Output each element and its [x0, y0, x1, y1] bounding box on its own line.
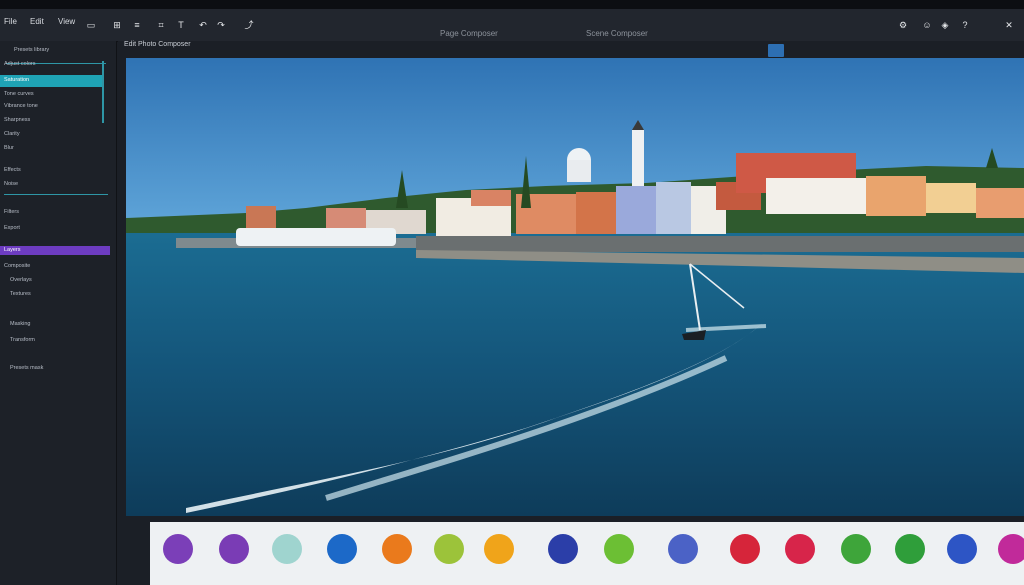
sidebar-item[interactable]: Transform	[10, 337, 35, 343]
menu-file[interactable]: File	[4, 17, 17, 26]
sidebar-item[interactable]: Presets library	[14, 47, 49, 53]
sidebar-item[interactable]: Saturation	[4, 77, 29, 83]
top-toolbar: File Edit View ▭ ⊞ ≡ ⌗ T ↶ ↷ ⤴ Page Comp…	[0, 9, 1024, 42]
sidebar-item[interactable]: Adjust colors	[4, 61, 36, 67]
sidebar-item[interactable]: Textures	[10, 291, 31, 297]
sidebar-item[interactable]: Layers	[4, 247, 21, 253]
scene-composer-label: Scene Composer	[586, 29, 648, 38]
swatch-10[interactable]	[730, 534, 760, 564]
swatch-12[interactable]	[841, 534, 871, 564]
grid-icon[interactable]: ⊞	[112, 20, 122, 30]
sidebar-item[interactable]: Sharpness	[4, 117, 30, 123]
swatch-3[interactable]	[327, 534, 357, 564]
page-composer-label: Page Composer	[440, 29, 498, 38]
page-title: Edit Photo Composer	[124, 41, 191, 48]
sidebar-item[interactable]: Vibrance tone	[4, 103, 38, 109]
sidebar-item[interactable]: Clarity	[4, 131, 20, 137]
share-icon[interactable]: ⤴	[244, 20, 254, 30]
photo-canvas[interactable]	[126, 58, 1024, 516]
sidebar-item[interactable]: Effects	[4, 167, 21, 173]
help-icon[interactable]: ?	[960, 20, 970, 30]
divider	[4, 194, 108, 195]
canvas-header: Edit Photo Composer	[118, 41, 1024, 58]
swatch-6[interactable]	[484, 534, 514, 564]
sidebar-item[interactable]: Export	[4, 225, 20, 231]
redo-icon[interactable]: ↷	[216, 20, 226, 30]
swatch-4[interactable]	[382, 534, 412, 564]
sidebar: Presets library Adjust colors Saturation…	[0, 41, 117, 585]
swatch-14[interactable]	[947, 534, 977, 564]
align-icon[interactable]: ▭	[86, 20, 96, 30]
color-palette	[150, 522, 1024, 585]
settings-icon[interactable]: ⚙	[898, 20, 908, 30]
sidebar-item[interactable]: Presets mask	[10, 365, 43, 371]
crop-icon[interactable]: ⌗	[156, 20, 166, 30]
swatch-7[interactable]	[548, 534, 578, 564]
swatch-0[interactable]	[163, 534, 193, 564]
layers-icon[interactable]: ≡	[132, 20, 142, 30]
text-icon[interactable]: T	[176, 20, 186, 30]
sidebar-item[interactable]: Tone curves	[4, 91, 34, 97]
canvas-action-button[interactable]	[768, 44, 784, 57]
window-title-bar	[0, 0, 1024, 9]
divider	[102, 61, 104, 123]
swatch-5[interactable]	[434, 534, 464, 564]
menu-edit[interactable]: Edit	[30, 17, 44, 26]
swatch-9[interactable]	[668, 534, 698, 564]
swatch-15[interactable]	[998, 534, 1024, 564]
photo-image	[126, 58, 1024, 516]
sidebar-item[interactable]: Blur	[4, 145, 14, 151]
swatch-2[interactable]	[272, 534, 302, 564]
sidebar-item[interactable]: Composite	[4, 263, 30, 269]
sidebar-item[interactable]: Filters	[4, 209, 19, 215]
swatch-8[interactable]	[604, 534, 634, 564]
swatch-11[interactable]	[785, 534, 815, 564]
layers-icon-right[interactable]: ◈	[940, 20, 950, 30]
user-icon[interactable]: ☺	[922, 20, 932, 30]
sidebar-item[interactable]: Noise	[4, 181, 18, 187]
menu-view[interactable]: View	[58, 17, 75, 26]
swatch-1[interactable]	[219, 534, 249, 564]
sidebar-item[interactable]: Overlays	[10, 277, 32, 283]
sidebar-item[interactable]: Masking	[10, 321, 30, 327]
swatch-13[interactable]	[895, 534, 925, 564]
close-icon[interactable]: ✕	[1004, 20, 1014, 30]
undo-icon[interactable]: ↶	[198, 20, 208, 30]
